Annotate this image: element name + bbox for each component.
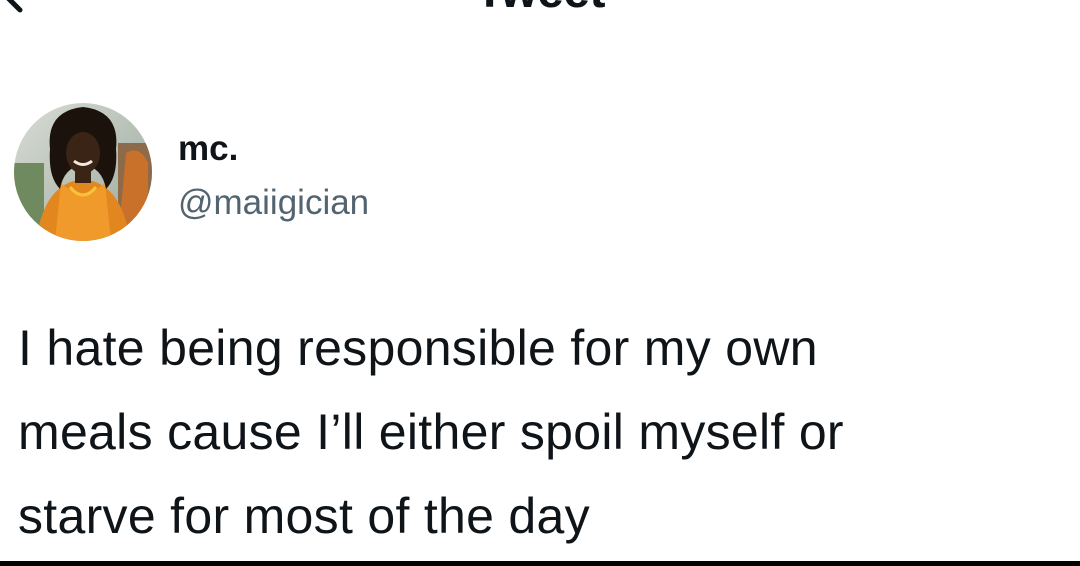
page-title: Tweet <box>0 0 1080 16</box>
tweet-line: meals cause I’ll either spoil myself or <box>18 404 844 460</box>
header-bar: Tweet <box>0 0 1080 40</box>
tweet-author: mc. @maiigician <box>14 103 714 243</box>
tweet-text: I hate being responsible for my own meal… <box>18 306 1080 558</box>
bottom-divider <box>0 561 1080 566</box>
tweet-line: starve for most of the day <box>18 488 590 544</box>
avatar[interactable] <box>14 103 152 241</box>
profile-photo <box>14 103 152 241</box>
tweet-line: I hate being responsible for my own <box>18 320 818 376</box>
display-name[interactable]: mc. <box>178 129 238 169</box>
user-handle[interactable]: @maiigician <box>178 183 369 223</box>
